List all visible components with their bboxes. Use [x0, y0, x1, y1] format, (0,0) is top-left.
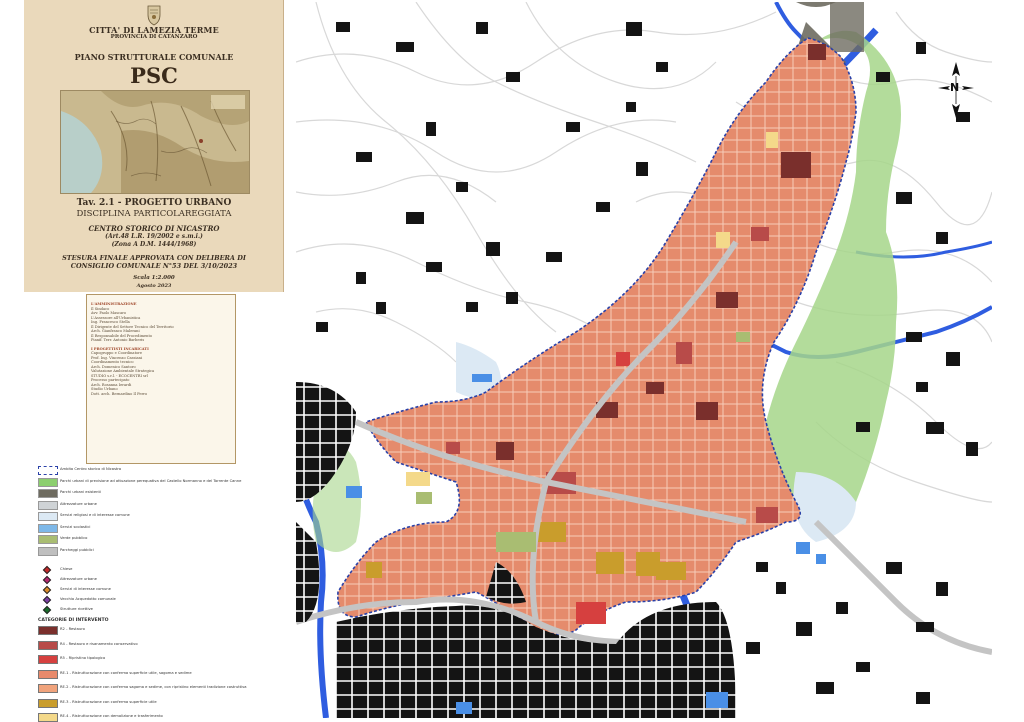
legend-label: Strutture ricettive	[60, 607, 93, 611]
legend-label: RE.1 - Ristrutturazione con conferma sup…	[60, 670, 192, 675]
plan-name: PIANO STRUTTURALE COMUNALE	[74, 52, 234, 62]
urban-plan-map	[296, 2, 992, 718]
legend-swatch	[38, 489, 58, 498]
legend-item: Servizi religiosi e di interesse comune	[32, 512, 286, 521]
legend-point-marker	[42, 585, 52, 595]
legend-item: Attrezzature urbane	[32, 500, 286, 510]
scale-text: Scala 1:2.000	[133, 275, 175, 281]
legend-label: Attrezzature urbane	[60, 501, 97, 506]
legend-swatch	[38, 512, 58, 521]
legend-label: R4 - Restauro e risanamento conservativo	[60, 641, 138, 646]
legend-category-item: R4 - Restauro e risanamento conservativo	[32, 640, 286, 650]
date-text: Agosto 2023	[136, 283, 172, 289]
city-crest-icon	[147, 5, 161, 26]
legend-item: Servizi scolastici	[32, 523, 286, 533]
legend-category-item: RE.2 - Ristrutturazione con conferma sag…	[32, 684, 286, 693]
legend: Ambito Centro storico di Nicastro Parchi …	[32, 466, 286, 722]
legend-label: RE.2 - Ristrutturazione con conferma sag…	[60, 685, 247, 689]
legend-category-item: RE.3 - Ristrutturazione con conferma sup…	[32, 698, 286, 708]
approval-line-1: STESURA FINALE APPROVATA CON DELIBERA DI	[62, 254, 246, 262]
legend-swatch	[38, 640, 58, 650]
legend-item: Parchi urbani esistenti	[32, 489, 286, 498]
legend-item: Ambito Centro storico di Nicastro	[32, 466, 286, 475]
legend-label: Vecchio Acquedotto comunale	[60, 597, 116, 601]
legend-swatch	[38, 477, 58, 487]
zone-reference: (Zona A D.M. 1444/1968)	[111, 241, 197, 248]
legend-label: Parchi urbani di previsione ad attuazion…	[60, 478, 242, 483]
law-reference: (Art.48 L.R. 19/2002 e s.m.i.)	[105, 233, 203, 240]
credits-box: L'AMMINISTRAZIONE Il Sindaco Avv. Paolo Ma…	[86, 294, 236, 464]
legend-item: Parchi urbani di previsione ad attuazion…	[32, 477, 286, 487]
credits-line: Pianif. Terr. Antonio Barberis	[91, 338, 145, 342]
legend-label: Ambito Centro storico di Nicastro	[60, 467, 122, 471]
legend-label: RE.3 - Ristrutturazione con conferma sup…	[60, 699, 157, 704]
legend-category-item: R5 - Ripristino tipologico	[32, 655, 286, 664]
legend-point-marker	[42, 605, 52, 615]
legend-label: Attrezzature urbane	[60, 577, 97, 581]
legend-item: Verde pubblico	[32, 535, 286, 544]
historic-map-image	[60, 90, 250, 194]
legend-label: Servizi religiosi e di interesse comune	[60, 513, 130, 517]
legend-label: Chiese	[60, 567, 73, 571]
legend-label: Parchi urbani esistenti	[60, 490, 101, 494]
map-sheet: CITTA' DI LAMEZIA TERME PROVINCIA DI CAT…	[0, 0, 1024, 722]
discipline-title: DISCIPLINA PARTICOLAREGGIATA	[76, 209, 232, 219]
legend-category-item: RE.4 - Ristrutturazione con demolizione …	[32, 713, 286, 722]
legend-point-item: Attrezzature urbane	[32, 575, 286, 585]
categories-title: CATEGORIE DI INTERVENTO	[38, 618, 109, 623]
north-label: N	[950, 81, 960, 94]
province-name: PROVINCIA DI CATANZARO	[110, 34, 198, 40]
legend-swatch	[38, 684, 58, 693]
legend-swatch	[38, 523, 58, 533]
legend-swatch	[38, 698, 58, 708]
legend-swatch	[38, 655, 58, 664]
legend-label: Servizi scolastici	[60, 524, 91, 529]
legend-item: Parcheggi pubblici	[32, 546, 286, 556]
centro-storico-title: CENTRO STORICO DI NICASTRO	[88, 224, 220, 233]
legend-swatch	[38, 500, 58, 510]
legend-label: Servizi di interesse comune	[60, 587, 111, 591]
legend-point-marker	[42, 595, 52, 605]
legend-label: Verde pubblico	[60, 536, 88, 540]
title-block: CITTA' DI LAMEZIA TERME PROVINCIA DI CAT…	[24, 0, 284, 292]
legend-swatch	[38, 546, 58, 556]
legend-swatch	[38, 626, 58, 635]
legend-point-marker	[42, 575, 52, 585]
legend-point-item: Servizi di interesse comune	[32, 585, 286, 595]
legend-swatch	[38, 669, 58, 679]
approval-line-2: CONSIGLIO COMUNALE N°53 DEL 3/10/2023	[70, 262, 238, 270]
legend-point-item: Strutture ricettive	[32, 605, 286, 615]
legend-label: R5 - Ripristino tipologico	[60, 656, 106, 660]
legend-point-marker	[42, 565, 52, 575]
legend-point-item: Chiese	[32, 565, 286, 575]
plan-acronym: PSC	[130, 63, 178, 88]
credits-line: Dott. arch. Bernardino Il Ferro	[91, 391, 148, 396]
park-existing-north	[830, 2, 864, 52]
legend-label: R2 - Restauro	[60, 627, 85, 631]
legend-label: RE.4 - Ristrutturazione con demolizione …	[60, 714, 163, 718]
table-title: Tav. 2.1 - PROGETTO URBANO	[76, 198, 232, 208]
legend-category-item: RE.1 - Ristrutturazione con conferma sup…	[32, 669, 286, 679]
legend-swatch	[38, 466, 58, 475]
legend-category-item: R2 - Restauro	[32, 626, 286, 635]
legend-point-item: Vecchio Acquedotto comunale	[32, 595, 286, 605]
legend-label: Parcheggi pubblici	[60, 547, 94, 552]
legend-swatch	[38, 535, 58, 544]
